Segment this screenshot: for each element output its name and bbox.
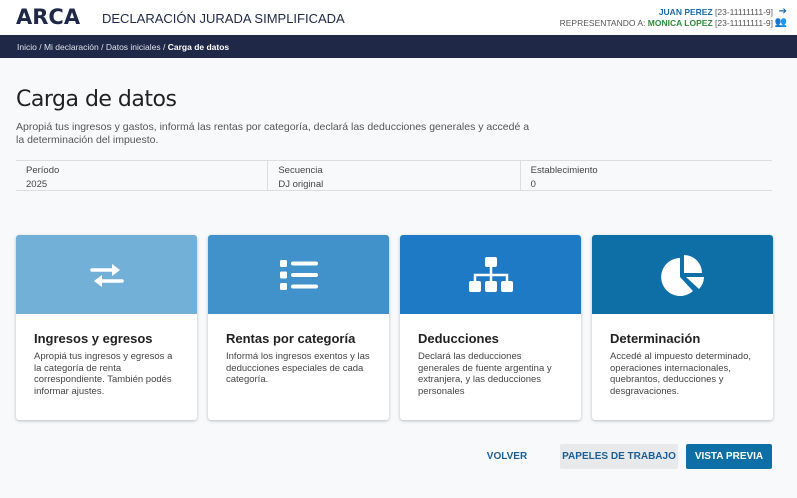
page-description: Apropiá tus ingresos y gastos, informá l… xyxy=(16,121,530,146)
represented-cuit: [23-11111111-9] xyxy=(715,18,773,28)
info-secuencia: Secuencia DJ original xyxy=(267,161,519,190)
card-title: Determinación xyxy=(610,331,701,346)
sitemap-icon xyxy=(468,256,513,292)
info-label: Establecimiento xyxy=(530,165,598,176)
workpapers-button[interactable]: PAPELES DE TRABAJO xyxy=(560,444,678,469)
card-deducciones[interactable]: Deducciones Declará las deducciones gene… xyxy=(400,235,581,420)
app-title: DECLARACIÓN JURADA SIMPLIFICADA xyxy=(102,11,345,26)
card-description: Informá los ingresos exentos y las deduc… xyxy=(226,351,370,385)
users-icon[interactable]: 👥 xyxy=(775,17,787,28)
card-title: Deducciones xyxy=(418,331,499,346)
exchange-arrows-icon xyxy=(89,263,124,287)
back-button[interactable]: VOLVER xyxy=(476,444,538,469)
info-label: Secuencia xyxy=(278,165,323,176)
breadcrumb-current: Carga de datos xyxy=(167,42,230,52)
page-title: Carga de datos xyxy=(16,87,177,112)
info-label: Período xyxy=(26,165,60,176)
user-name: JUAN PEREZ xyxy=(658,7,713,17)
card-title: Ingresos y egresos xyxy=(34,331,153,346)
card-determinacion[interactable]: Determinación Accedé al impuesto determi… xyxy=(592,235,773,420)
card-description: Apropiá tus ingresos y egresos a la cate… xyxy=(34,351,173,397)
represented-name: MONICA LOPEZ xyxy=(647,18,713,28)
card-rentas-categoria[interactable]: Rentas por categoría Informá los ingreso… xyxy=(208,235,389,420)
card-description: Accedé al impuesto determinado, operacio… xyxy=(610,351,751,397)
card-ingresos-egresos[interactable]: Ingresos y egresos Apropiá tus ingresos … xyxy=(16,235,197,420)
logout-icon[interactable]: ➔ xyxy=(779,6,787,17)
info-value: 2025 xyxy=(26,179,48,190)
info-table: Período 2025 Secuencia DJ original Estable… xyxy=(16,160,772,191)
info-value: DJ original xyxy=(278,179,324,190)
arca-logo[interactable]: ARCA xyxy=(16,5,80,29)
preview-button[interactable]: VISTA PREVIA xyxy=(686,444,772,469)
info-value: 0 xyxy=(530,179,536,190)
header: ARCA DECLARACIÓN JURADA SIMPLIFICADA JUA… xyxy=(0,0,797,35)
list-icon xyxy=(279,259,318,290)
user-info: JUAN PEREZ [23-11111111-9] REPRESENTANDO… xyxy=(560,7,773,29)
breadcrumb-mi-declaracion[interactable]: Mi declaración xyxy=(44,42,99,52)
card-description: Declará las deducciones generales de fue… xyxy=(418,351,552,397)
breadcrumb-inicio[interactable]: Inicio xyxy=(17,42,37,52)
breadcrumb: Inicio / Mi declaración / Datos iniciale… xyxy=(0,35,797,58)
card-title: Rentas por categoría xyxy=(226,331,356,346)
pie-chart-icon xyxy=(660,254,704,296)
representing-label: REPRESENTANDO A: xyxy=(559,18,646,28)
info-periodo: Período 2025 xyxy=(16,161,267,190)
user-cuit: [23-11111111-9] xyxy=(715,7,773,17)
info-establecimiento: Establecimiento 0 xyxy=(519,161,772,190)
breadcrumb-datos-iniciales[interactable]: Datos iniciales xyxy=(106,42,161,52)
